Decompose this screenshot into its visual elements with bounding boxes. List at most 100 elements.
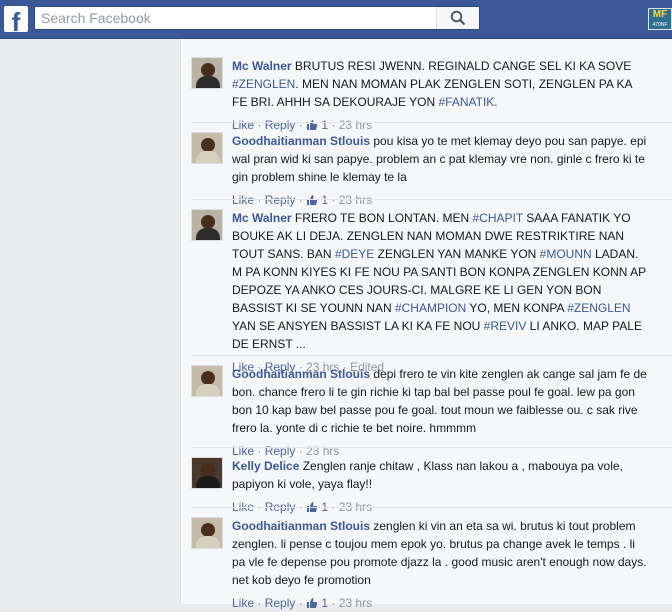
comment-author[interactable]: Mc Walner <box>232 59 292 73</box>
avatar-head <box>201 371 215 385</box>
like-count[interactable]: 1 <box>318 193 328 207</box>
comment-body-text: TOUT SANS. BAN <box>232 247 335 261</box>
avatar[interactable] <box>191 132 223 164</box>
comment-separator <box>191 122 672 123</box>
comment-separator <box>191 507 672 508</box>
avatar[interactable] <box>191 209 223 241</box>
like-count[interactable]: 1 <box>318 596 328 610</box>
avatar-body <box>196 76 220 88</box>
comment-text: Mc Walner FRERO TE BON LONTAN. MEN #CHAP… <box>232 209 662 353</box>
comment-timestamp[interactable]: 23 hrs <box>339 118 372 132</box>
comment-body-text: BASSIST KI SE YOUNN NAN <box>232 301 395 315</box>
comment-body-text: DEPOZE YA ANKO CES JOURS-CI. MALGRE KE L… <box>232 283 602 297</box>
comment-author[interactable]: Goodhaitianman Stlouis <box>232 134 370 148</box>
like-link[interactable]: Like <box>232 193 254 207</box>
avatar-body <box>196 476 220 488</box>
comment-body-text: bon 10 kap baw bel passe pou fe goal. to… <box>232 403 638 417</box>
hashtag-link[interactable]: #REVIV <box>484 319 527 333</box>
comment-separator <box>191 355 672 356</box>
hashtag-link[interactable]: #CHAPIT <box>473 211 523 225</box>
avatar[interactable] <box>191 365 223 397</box>
comment-body-text: LADAN. <box>591 247 639 261</box>
search-button[interactable] <box>436 7 479 29</box>
avatar-body <box>196 384 220 396</box>
comment-actions: Like · Reply · 1 · 23 hrs <box>232 193 373 207</box>
comment-author[interactable]: Mc Walner <box>232 211 292 225</box>
avatar-head <box>201 463 215 477</box>
avatar[interactable] <box>191 457 223 489</box>
comment-timestamp[interactable]: 23 hrs <box>339 596 372 610</box>
comment-separator <box>191 447 672 448</box>
avatar-head <box>201 63 215 77</box>
comment-body-text: wal pran wid ki san papye. problem an c … <box>232 152 645 166</box>
hashtag-link[interactable]: #MOUNN <box>540 247 592 261</box>
like-count[interactable]: 1 <box>318 118 328 132</box>
comment-author[interactable]: Goodhaitianman Stlouis <box>232 519 370 533</box>
comment-body-text: . <box>494 95 498 109</box>
comment-body-text: M PA KONN KIYES KI FE NOU PA SANTI BON K… <box>232 265 647 279</box>
comment-author[interactable]: Kelly Delice <box>232 459 299 473</box>
hashtag-link[interactable]: #ZENGLEN <box>567 301 630 315</box>
comment-body-text: net kob deyo fe promotion <box>232 573 371 587</box>
comment-body-text: BRUTUS RESI JWENN. REGINALD CANGE SEL KI… <box>291 59 632 73</box>
comment-body-text: gin problem shine le klemay te la <box>232 170 407 184</box>
comment-text: Goodhaitianman Stlouis zenglen ki vin an… <box>232 517 662 589</box>
comment-body-text: YO, MEN KONPA <box>466 301 568 315</box>
comment-body-text: BOUKE AK LI DEJA. ZENGLEN NAN MOMAN DWE … <box>232 229 625 243</box>
comment-body-text: bon. chance frero li te gin richie ki ta… <box>232 385 635 399</box>
page-badge-title: MF <box>652 9 668 20</box>
comment-body-text: FRERO TE BON LONTAN. MEN <box>291 211 473 225</box>
hashtag-link[interactable]: #FANATIK <box>439 95 495 109</box>
search-box <box>34 6 480 30</box>
comment-body-text: frero la. yonte di c richie te bet noire… <box>232 421 477 435</box>
comment-body-text: ZENGLEN YAN MANKE YON <box>374 247 540 261</box>
like-link[interactable]: Like <box>232 118 254 132</box>
avatar-head <box>201 138 215 152</box>
reply-link[interactable]: Reply <box>265 596 296 610</box>
comment-author[interactable]: Goodhaitianman Stlouis <box>232 367 370 381</box>
comment-text: Goodhaitianman Stlouis pou kisa yo te me… <box>232 132 662 186</box>
search-input[interactable] <box>35 7 453 29</box>
thumbs-up-icon[interactable] <box>306 194 318 206</box>
avatar-body <box>196 151 220 163</box>
facebook-logo[interactable]: f <box>4 6 28 37</box>
comment-body-text: YAN SE ANSYEN BASSIST LA KI KA FE NOU <box>232 319 484 333</box>
avatar[interactable] <box>191 57 223 89</box>
avatar-body <box>196 536 220 548</box>
facebook-logo-glyph: f <box>11 7 21 37</box>
comment-body-text: SAAA FANATIK YO <box>522 211 631 225</box>
comment-body-text: zenglen ki vin an eta sa wi. brutus ki t… <box>370 519 636 533</box>
comment-timestamp[interactable]: 23 hrs <box>339 193 372 207</box>
comment-body-text: Zenglen ranje chitaw , Klass nan lakou a… <box>299 459 623 473</box>
avatar-head <box>201 523 215 537</box>
comment-body-text: zenglen. li pense c toujou mem epok yo. … <box>232 537 635 551</box>
reply-link[interactable]: Reply <box>265 193 296 207</box>
comment-body-text: . MEN NAN MOMAN PLAK ZENGLEN SOTI, ZENGL… <box>295 77 633 91</box>
thumbs-up-icon[interactable] <box>306 119 318 131</box>
comment-body-text: pa vle fe depense pou promote djazz la .… <box>232 555 647 569</box>
avatar-head <box>201 215 215 229</box>
hashtag-link[interactable]: #DEYE <box>335 247 374 261</box>
comment-text: Kelly Delice Zenglen ranje chitaw , Klas… <box>232 457 662 493</box>
comment-thread: Mc Walner BRUTUS RESI JWENN. REGINALD CA… <box>180 39 672 610</box>
comment-body-text: papiyon ki vole, yaya flay!! <box>232 477 373 491</box>
thumbs-up-icon[interactable] <box>306 597 318 609</box>
search-icon <box>450 10 466 26</box>
like-link[interactable]: Like <box>232 596 254 610</box>
hashtag-link[interactable]: #CHAMPION <box>395 301 466 315</box>
avatar[interactable] <box>191 517 223 549</box>
page-badge[interactable]: MF 479NF <box>648 8 672 30</box>
comment-body-text: DE ERNST ... <box>232 337 306 351</box>
top-bar: f MF 479NF <box>0 0 672 39</box>
hashtag-link[interactable]: #ZENGLEN <box>232 77 295 91</box>
comment-body-text: pou kisa yo te met klemay deyo pou san p… <box>370 134 647 148</box>
comment-body-text: LI ANKO. MAP PALE <box>526 319 642 333</box>
comment-separator <box>191 199 672 200</box>
reply-link[interactable]: Reply <box>265 118 296 132</box>
avatar-body <box>196 228 220 240</box>
page-badge-subtitle: 479NF <box>652 22 668 28</box>
comment-actions: Like · Reply · 1 · 23 hrs <box>232 596 373 610</box>
comment-body-text: FE BRI. AHHH SA DEKOURAJE YON <box>232 95 439 109</box>
comment-text: Goodhaitianman Stlouis depi frero te vin… <box>232 365 662 437</box>
comment-body-text: depi frero te vin kite zenglen ak cange … <box>370 367 647 381</box>
